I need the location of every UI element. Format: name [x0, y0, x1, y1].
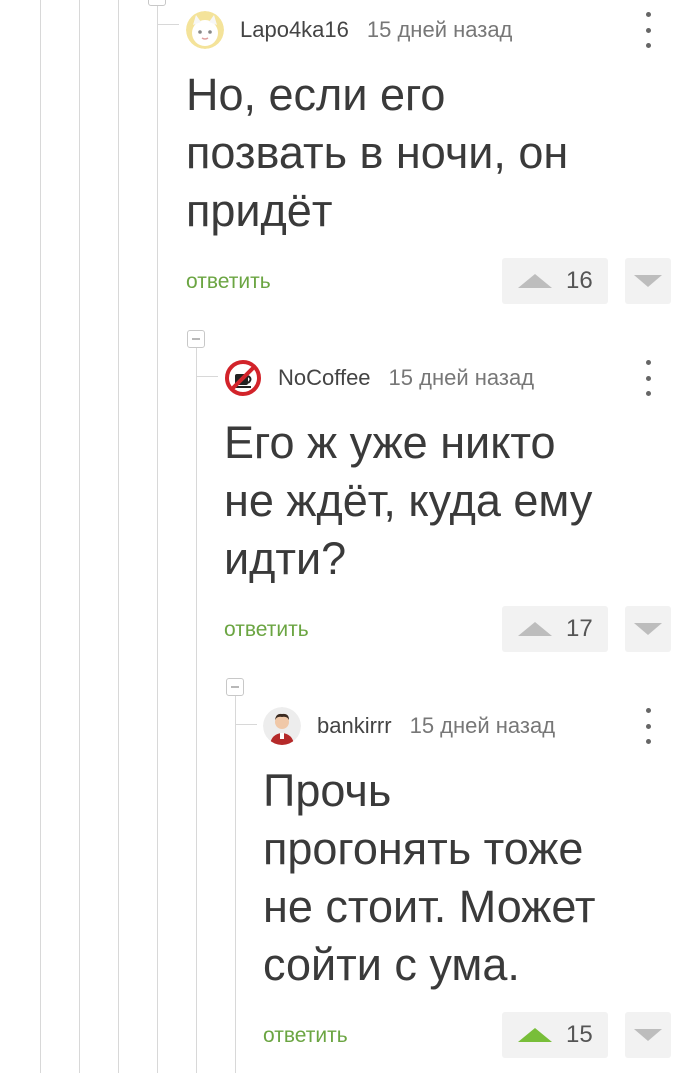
comment-line: позвать в ночи, он [186, 127, 569, 178]
arrow-up-icon [518, 274, 552, 288]
rating-count: 17 [566, 615, 593, 642]
comment-line: Прочь [263, 765, 392, 816]
cat-avatar-icon[interactable] [186, 11, 224, 49]
comment-line: идти? [224, 533, 347, 584]
collapse-thread-button[interactable] [187, 330, 205, 348]
thread-line [40, 0, 41, 1073]
more-options-icon[interactable] [638, 360, 658, 396]
comment-line: Но, если его [186, 69, 446, 120]
reply-button[interactable]: ответить [224, 618, 309, 642]
arrow-up-icon [518, 1028, 552, 1042]
username[interactable]: NoCoffee [278, 365, 371, 391]
comment-line: не стоит. Может [263, 881, 596, 932]
thread-line [196, 348, 197, 1073]
comment-time: 15 дней назад [409, 713, 556, 738]
downvote-button[interactable] [625, 606, 671, 652]
rating-count: 15 [566, 1021, 593, 1048]
no-coffee-avatar-icon[interactable] [224, 359, 262, 397]
comment-text: Прочь прогонять тоже не стоит. Может сой… [263, 762, 596, 994]
comment-line: прогонять тоже [263, 823, 584, 874]
upvote-button[interactable]: 15 [502, 1012, 608, 1058]
downvote-button[interactable] [625, 1012, 671, 1058]
more-options-icon[interactable] [638, 12, 658, 48]
upvote-button[interactable]: 16 [502, 258, 608, 304]
arrow-up-icon [518, 622, 552, 636]
comment-time: 15 дней назад [388, 365, 535, 390]
comment: NoCoffee 15 дней назад Его ж уже никто н… [224, 358, 684, 658]
thread-line [118, 0, 119, 1073]
collapse-thread-button[interactable] [226, 678, 244, 696]
arrow-down-icon [634, 275, 662, 287]
thread-connector [196, 376, 218, 377]
collapse-thread-button[interactable] [148, 0, 166, 6]
comment-header: bankirrr 15 дней назад [263, 706, 555, 746]
thread-line [157, 0, 158, 1073]
thread-line [79, 0, 80, 1073]
man-avatar-icon[interactable] [263, 707, 301, 745]
comment: Lapo4ka16 15 дней назад Но, если его поз… [186, 10, 686, 310]
comment-time: 15 дней назад [366, 17, 513, 42]
username[interactable]: Lapo4ka16 [240, 17, 349, 43]
comment-header: Lapo4ka16 15 дней назад [186, 10, 512, 50]
reply-button[interactable]: ответить [263, 1024, 348, 1048]
arrow-down-icon [634, 1029, 662, 1041]
thread-line [235, 696, 236, 1073]
more-options-icon[interactable] [638, 708, 658, 744]
comment-line: придёт [186, 185, 333, 236]
comment-text: Его ж уже никто не ждёт, куда ему идти? [224, 414, 592, 588]
upvote-button[interactable]: 17 [502, 606, 608, 652]
comment: bankirrr 15 дней назад Прочь прогонять т… [263, 706, 687, 1073]
comment-header: NoCoffee 15 дней назад [224, 358, 534, 398]
thread-connector [157, 24, 179, 25]
reply-button[interactable]: ответить [186, 270, 271, 294]
comment-line: Его ж уже никто [224, 417, 556, 468]
thread-connector [235, 724, 257, 725]
username[interactable]: bankirrr [317, 713, 392, 739]
arrow-down-icon [634, 623, 662, 635]
comment-line: сойти с ума. [263, 939, 520, 990]
comment-line: не ждёт, куда ему [224, 475, 593, 526]
downvote-button[interactable] [625, 258, 671, 304]
comment-text: Но, если его позвать в ночи, он придёт [186, 66, 568, 240]
rating-count: 16 [566, 267, 593, 294]
